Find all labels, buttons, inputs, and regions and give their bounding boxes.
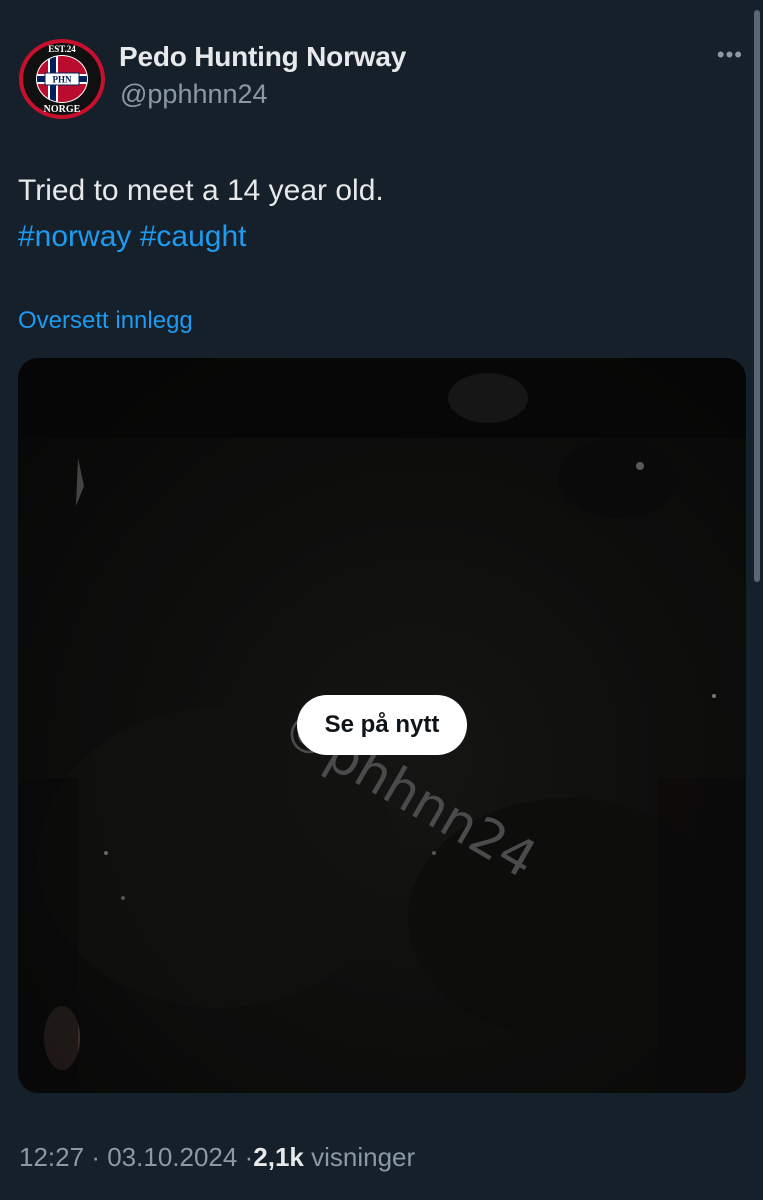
- views-count: 2,1k: [253, 1142, 304, 1172]
- translate-link[interactable]: Oversett innlegg: [18, 307, 193, 335]
- meta-separator: ·: [244, 1142, 254, 1172]
- more-horizontal-icon[interactable]: •••: [717, 44, 743, 66]
- tweet-body: Tried to meet a 14 year old.: [18, 174, 384, 207]
- tweet-detail-page: PHN EST.24 NORGE Pedo Hunting Norway @pp…: [0, 0, 763, 1200]
- tweet-text: Tried to meet a 14 year old. #norway #ca…: [18, 168, 738, 260]
- video-player[interactable]: ©phhnn24 Se på nytt: [18, 358, 746, 1093]
- tweet-time[interactable]: 12:27: [19, 1142, 84, 1172]
- meta-separator: ·: [91, 1142, 100, 1172]
- hashtag-link[interactable]: #caught: [140, 220, 247, 253]
- avatar-center-text: PHN: [53, 75, 72, 85]
- tweet-date[interactable]: 03.10.2024: [107, 1142, 237, 1172]
- replay-button[interactable]: Se på nytt: [297, 695, 467, 755]
- tweet-meta: 12:27 · 03.10.2024 ·2,1k visninger: [19, 1142, 415, 1173]
- avatar-bottom-text: NORGE: [44, 104, 81, 115]
- avatar[interactable]: PHN EST.24 NORGE: [18, 38, 106, 120]
- scrollbar[interactable]: [754, 10, 760, 582]
- views-label: visninger: [311, 1142, 416, 1172]
- tweet-hashtags: #norway #caught: [18, 214, 738, 260]
- phn-logo-icon: PHN EST.24 NORGE: [19, 39, 105, 119]
- author-display-name[interactable]: Pedo Hunting Norway: [119, 41, 406, 73]
- author-handle[interactable]: @pphhnn24: [120, 79, 268, 110]
- hashtag-link[interactable]: #norway: [18, 220, 131, 253]
- avatar-top-text: EST.24: [48, 44, 76, 54]
